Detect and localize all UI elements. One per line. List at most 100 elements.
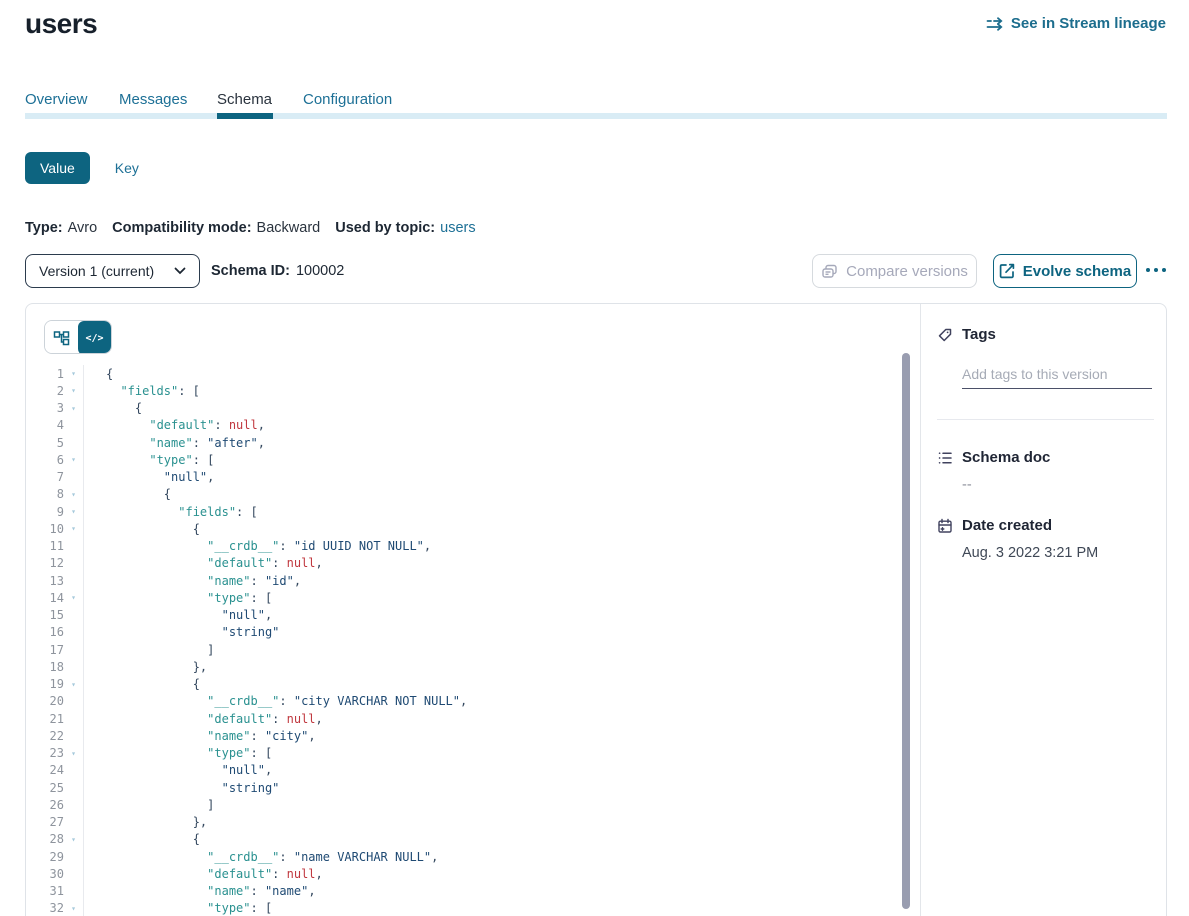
code-line: 7"null", bbox=[26, 469, 920, 486]
schema-id-label: Schema ID: bbox=[211, 263, 290, 279]
tree-view-button[interactable] bbox=[45, 321, 78, 354]
line-number: 3 bbox=[26, 401, 64, 415]
code-text: "__crdb__": "name VARCHAR NULL", bbox=[83, 850, 438, 864]
fold-toggle-icon[interactable]: ▾ bbox=[64, 835, 83, 844]
code-view-icon: </> bbox=[85, 333, 103, 344]
line-number: 22 bbox=[26, 729, 64, 743]
tags-title: Tags bbox=[962, 326, 996, 343]
code-line: 32▾"type": [ bbox=[26, 900, 920, 916]
tree-view-icon bbox=[53, 330, 70, 347]
fold-toggle-icon[interactable]: ▾ bbox=[64, 749, 83, 758]
fold-toggle-icon[interactable]: ▾ bbox=[64, 404, 83, 413]
evolve-schema-button[interactable]: Evolve schema bbox=[993, 254, 1137, 288]
code-text: "type": [ bbox=[83, 901, 272, 915]
value-toggle-button[interactable]: Value bbox=[25, 152, 90, 184]
meta-label: Type: bbox=[25, 220, 63, 236]
line-number: 8 bbox=[26, 487, 64, 501]
line-number: 30 bbox=[26, 867, 64, 881]
schema-meta-row: Type: Avro Compatibility mode:Backward Used… bbox=[25, 220, 476, 236]
fold-toggle-icon[interactable]: ▾ bbox=[64, 524, 83, 533]
code-line: 3▾{ bbox=[26, 400, 920, 417]
line-number: 29 bbox=[26, 850, 64, 864]
editor-scrollbar[interactable] bbox=[902, 353, 910, 909]
line-number: 23 bbox=[26, 746, 64, 760]
code-line: 2▾"fields": [ bbox=[26, 382, 920, 399]
list-icon bbox=[937, 450, 953, 466]
code-view-button[interactable]: </> bbox=[78, 321, 111, 354]
line-number: 20 bbox=[26, 694, 64, 708]
code-text: }, bbox=[83, 815, 207, 829]
meta-value: Avro bbox=[68, 220, 98, 236]
fold-toggle-icon[interactable]: ▾ bbox=[64, 507, 83, 516]
code-line: 26] bbox=[26, 796, 920, 813]
key-toggle-button[interactable]: Key bbox=[115, 160, 139, 176]
tab-schema[interactable]: Schema bbox=[217, 91, 272, 108]
code-line: 17] bbox=[26, 641, 920, 658]
more-options-button[interactable] bbox=[1146, 268, 1166, 272]
schema-id-value: 100002 bbox=[296, 263, 344, 279]
line-number: 11 bbox=[26, 539, 64, 553]
add-tags-input[interactable] bbox=[962, 364, 1152, 389]
line-number: 9 bbox=[26, 505, 64, 519]
line-number: 27 bbox=[26, 815, 64, 829]
schema-editor[interactable]: 1▾{2▾"fields": [3▾{4"default": null,5"na… bbox=[26, 365, 920, 916]
meta-label: Compatibility mode: bbox=[112, 220, 251, 236]
code-text: { bbox=[83, 367, 113, 381]
fold-toggle-icon[interactable]: ▾ bbox=[64, 455, 83, 464]
code-line: 23▾"type": [ bbox=[26, 745, 920, 762]
active-tab-indicator bbox=[217, 113, 273, 119]
meta-item: Used by topic: users bbox=[335, 220, 475, 236]
meta-item: Compatibility mode:Backward bbox=[112, 220, 320, 236]
stream-lineage-icon bbox=[986, 17, 1004, 31]
code-text: { bbox=[83, 677, 200, 691]
line-number: 2 bbox=[26, 384, 64, 398]
meta-value-link[interactable]: users bbox=[440, 220, 475, 236]
schema-doc-title: Schema doc bbox=[962, 449, 1050, 466]
stream-lineage-link[interactable]: See in Stream lineage bbox=[986, 15, 1166, 32]
code-line: 20"__crdb__": "city VARCHAR NOT NULL", bbox=[26, 693, 920, 710]
gutter-separator bbox=[83, 365, 84, 916]
code-text: "name": "city", bbox=[83, 729, 316, 743]
fold-toggle-icon[interactable]: ▾ bbox=[64, 904, 83, 913]
tag-icon bbox=[937, 327, 953, 343]
fold-toggle-icon[interactable]: ▾ bbox=[64, 386, 83, 395]
code-text: "fields": [ bbox=[83, 384, 200, 398]
code-text: { bbox=[83, 522, 200, 536]
stream-lineage-label: See in Stream lineage bbox=[1011, 15, 1166, 32]
fold-toggle-icon[interactable]: ▾ bbox=[64, 369, 83, 378]
code-line: 29 "__crdb__": "name VARCHAR NULL", bbox=[26, 848, 920, 865]
more-options-icon bbox=[1162, 268, 1166, 272]
code-line: 24"null", bbox=[26, 762, 920, 779]
line-number: 16 bbox=[26, 625, 64, 639]
editor-view-toggle: </> bbox=[44, 320, 112, 354]
tab-configuration[interactable]: Configuration bbox=[303, 91, 392, 108]
line-number: 10 bbox=[26, 522, 64, 536]
code-text: "default": null, bbox=[83, 867, 323, 881]
more-options-icon bbox=[1154, 268, 1158, 272]
meta-label: Used by topic: bbox=[335, 220, 435, 236]
line-number: 13 bbox=[26, 574, 64, 588]
date-created-title: Date created bbox=[962, 517, 1052, 534]
code-text: ] bbox=[83, 643, 214, 657]
version-select-value: Version 1 (current) bbox=[39, 263, 154, 279]
line-number: 6 bbox=[26, 453, 64, 467]
line-number: 26 bbox=[26, 798, 64, 812]
date-created-value: Aug. 3 2022 3:21 PM bbox=[962, 545, 1153, 561]
fold-toggle-icon[interactable]: ▾ bbox=[64, 680, 83, 689]
sidebar-divider bbox=[937, 419, 1154, 420]
fold-toggle-icon[interactable]: ▾ bbox=[64, 490, 83, 499]
code-line: 12"default": null, bbox=[26, 555, 920, 572]
compare-versions-label: Compare versions bbox=[846, 263, 968, 280]
fold-toggle-icon[interactable]: ▾ bbox=[64, 593, 83, 602]
code-line: 21"default": null, bbox=[26, 710, 920, 727]
line-number: 24 bbox=[26, 763, 64, 777]
code-line: 6▾"type": [ bbox=[26, 451, 920, 468]
compare-versions-button[interactable]: Compare versions bbox=[812, 254, 977, 288]
version-select[interactable]: Version 1 (current) bbox=[25, 254, 200, 288]
line-number: 28 bbox=[26, 832, 64, 846]
tab-overview[interactable]: Overview bbox=[25, 91, 88, 108]
tab-messages[interactable]: Messages bbox=[119, 91, 187, 108]
code-line: 16"string" bbox=[26, 624, 920, 641]
code-lines: 1▾{2▾"fields": [3▾{4"default": null,5"na… bbox=[26, 365, 920, 916]
code-text: "default": null, bbox=[83, 712, 323, 726]
